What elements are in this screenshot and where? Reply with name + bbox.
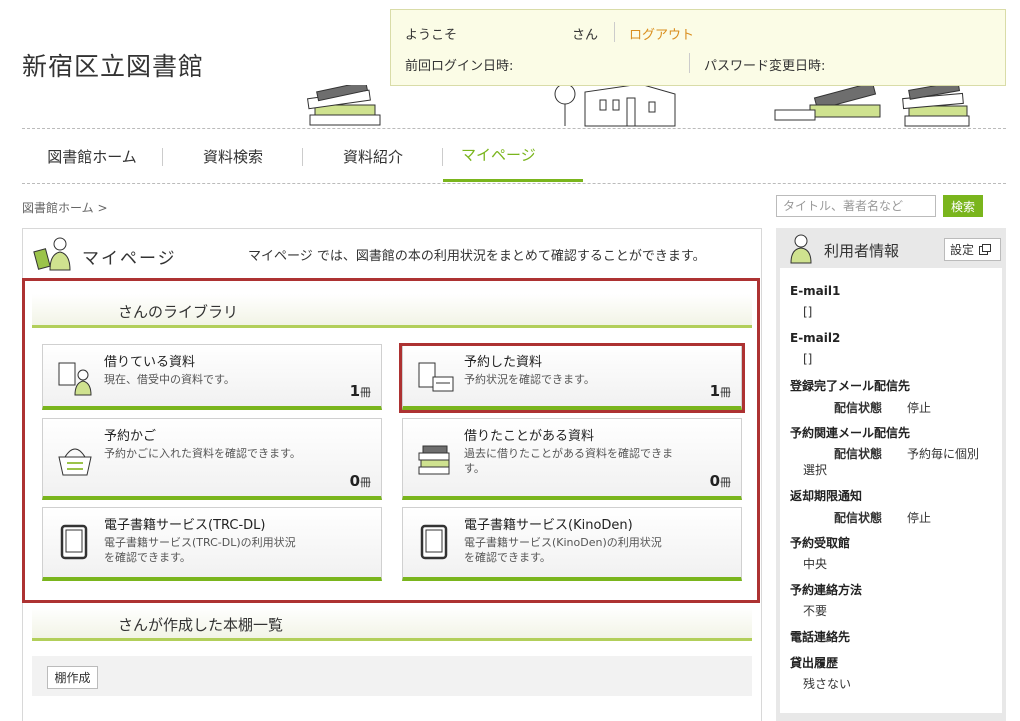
tablet-icon xyxy=(60,524,88,560)
divider xyxy=(614,22,615,42)
card-title: 電子書籍サービス(TRC-DL) xyxy=(104,518,266,533)
mypage-reader-icon xyxy=(33,237,71,271)
user-icon xyxy=(790,234,812,264)
reserve-mail-label: 予約関連メール配信先 xyxy=(790,426,911,440)
reg-mail-label: 登録完了メール配信先 xyxy=(790,379,911,393)
pickup-value: 中央 xyxy=(803,557,828,571)
new-window-icon xyxy=(979,244,992,255)
reserve-mail-status-value-cont: 選択 xyxy=(803,463,828,477)
history-value: 残さない xyxy=(803,677,852,691)
nav-item-introduction[interactable]: 資料紹介 xyxy=(303,130,443,182)
card-title: 借りたことがある資料 xyxy=(464,429,595,444)
bookshelf-toolbar xyxy=(32,656,752,696)
bookshelf-heading: さんが作成した本棚一覧 xyxy=(32,607,752,641)
pickup-label: 予約受取館 xyxy=(790,536,851,550)
due-notice-status-label: 配信状態 xyxy=(834,511,883,525)
user-info-title: 利用者情報 xyxy=(824,242,900,260)
history-books-icon xyxy=(418,445,450,475)
mypage-description: マイページ では、図書館の本の利用状況をまとめて確認することができます。 xyxy=(248,249,706,264)
nav-item-search[interactable]: 資料検索 xyxy=(163,130,303,182)
library-heading-text: さんのライブラリ xyxy=(118,303,239,321)
books-illustration-far-right xyxy=(902,82,970,127)
email1-value: [] xyxy=(803,305,813,319)
card-count: 0冊 xyxy=(349,472,371,490)
card-borrowed[interactable]: 借りている資料 現在、借受中の資料です。 1冊 xyxy=(42,344,382,410)
library-heading: さんのライブラリ xyxy=(32,294,752,328)
divider xyxy=(689,53,690,73)
reserve-mail-status-label: 配信状態 xyxy=(834,447,883,461)
last-login-label: 前回ログイン日時: xyxy=(405,59,514,74)
password-change-label: パスワード変更日時: xyxy=(704,59,826,74)
settings-label: 設定 xyxy=(950,243,975,257)
building-illustration xyxy=(554,83,676,127)
reserve-mail-status-value: 予約毎に個別 xyxy=(907,447,980,461)
contact-method-label: 予約連絡方法 xyxy=(790,583,863,597)
site-title[interactable]: 新宿区立図書館 xyxy=(22,47,204,83)
header-divider xyxy=(22,128,1006,129)
borrowed-books-icon xyxy=(58,362,92,396)
nav-divider-line xyxy=(22,183,1006,184)
logout-link[interactable]: ログアウト xyxy=(629,24,694,43)
phone-label: 電話連絡先 xyxy=(790,630,851,644)
settings-button[interactable]: 設定 xyxy=(944,238,1001,261)
login-status-box: ようこそ さん ログアウト 前回ログイン日時: パスワード変更日時: xyxy=(390,9,1006,86)
search-input[interactable] xyxy=(776,195,936,217)
nav-item-mypage[interactable]: マイページ xyxy=(443,130,583,182)
card-description: 現在、借受中の資料です。 xyxy=(104,373,235,386)
highlight-frame-reserved xyxy=(399,343,745,413)
books-illustration-left xyxy=(307,85,381,126)
card-history[interactable]: 借りたことがある資料 過去に借りたことがある資料を確認できます。 0冊 xyxy=(402,418,742,500)
card-description: 過去に借りたことがある資料を確認できます。 xyxy=(464,447,673,475)
reg-mail-status-label: 配信状態 xyxy=(834,401,883,415)
card-description: 予約かごに入れた資料を確認できます。 xyxy=(104,447,301,460)
due-notice-status-value: 停止 xyxy=(907,511,932,525)
nav-item-library-home[interactable]: 図書館ホーム xyxy=(22,130,162,182)
card-basket[interactable]: 予約かご 予約かごに入れた資料を確認できます。 0冊 xyxy=(42,418,382,500)
card-ebook-trc-dl[interactable]: 電子書籍サービス(TRC-DL) 電子書籍サービス(TRC-DL)の利用状況を確… xyxy=(42,507,382,581)
tablet-icon xyxy=(420,524,448,560)
card-title: 借りている資料 xyxy=(104,355,196,370)
card-count: 0冊 xyxy=(709,472,731,490)
history-label: 貸出履歴 xyxy=(790,656,839,670)
email2-value: [] xyxy=(803,352,813,366)
basket-icon xyxy=(58,448,92,476)
card-title: 電子書籍サービス(KinoDen) xyxy=(464,518,633,533)
card-ebook-kinoden[interactable]: 電子書籍サービス(KinoDen) 電子書籍サービス(KinoDen)の利用状況… xyxy=(402,507,742,581)
card-description: 電子書籍サービス(KinoDen)の利用状況を確認できます。 xyxy=(464,536,662,564)
create-shelf-button[interactable]: 棚作成 xyxy=(47,666,98,689)
card-count: 1冊 xyxy=(349,382,371,400)
bookshelf-heading-text: さんが作成した本棚一覧 xyxy=(118,616,284,634)
breadcrumb-home[interactable]: 図書館ホーム > xyxy=(22,199,108,216)
welcome-text: ようこそ xyxy=(405,28,458,43)
site-header: 新宿区立図書館 ようこそ さん ログアウト 前回ログイン日時: パスワード変更日… xyxy=(0,0,1020,130)
email1-label: E-mail1 xyxy=(790,284,841,298)
main-nav: 図書館ホーム 資料検索 資料紹介 マイページ xyxy=(22,130,1006,182)
search-button[interactable]: 検索 xyxy=(943,195,983,217)
email2-label: E-mail2 xyxy=(790,331,841,345)
due-notice-label: 返却期限通知 xyxy=(790,489,863,503)
reg-mail-status-value: 停止 xyxy=(907,401,932,415)
user-suffix: さん xyxy=(572,28,599,43)
mypage-title: マイページ xyxy=(82,249,177,269)
card-description: 電子書籍サービス(TRC-DL)の利用状況を確認できます。 xyxy=(104,536,296,564)
books-illustration-right xyxy=(774,81,881,121)
contact-method-value: 不要 xyxy=(803,604,828,618)
card-title: 予約かご xyxy=(104,429,157,444)
